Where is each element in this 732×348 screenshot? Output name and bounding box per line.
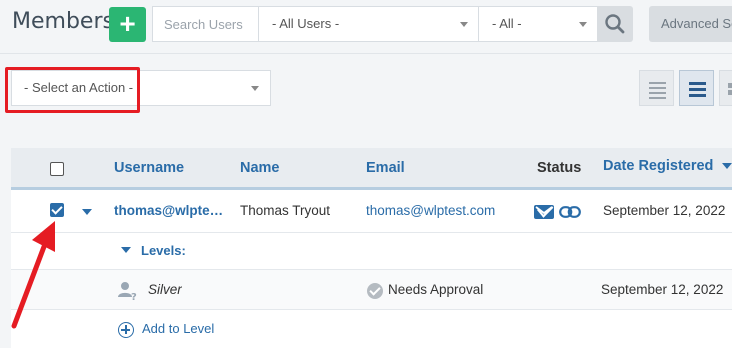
collapse-levels-icon[interactable] <box>121 247 131 253</box>
column-username[interactable]: Username <box>114 160 184 176</box>
user-pending-icon: ? <box>118 282 137 301</box>
level-date: September 12, 2022 <box>601 282 724 297</box>
grid-icon <box>728 83 732 95</box>
compact-list-icon <box>649 82 666 102</box>
member-row-checkbox[interactable] <box>50 203 64 217</box>
chevron-down-icon <box>579 22 587 27</box>
list-icon <box>689 82 706 100</box>
table-row: thomas@wlpte… Thomas Tryout thomas@wlpte… <box>11 190 732 233</box>
user-filter-value: - All Users - <box>272 16 340 31</box>
member-username-link[interactable]: thomas@wlpte… <box>114 203 226 218</box>
levels-label[interactable]: Levels: <box>141 243 186 258</box>
column-date-registered[interactable]: Date Registered <box>603 158 732 174</box>
search-users-input[interactable] <box>152 6 259 42</box>
add-member-button[interactable]: + <box>109 7 146 42</box>
add-to-level-link[interactable]: Add to Level <box>142 321 214 336</box>
status-filter-value: - All - <box>492 16 522 31</box>
table-header: Username Name Email Status Date Register… <box>11 148 732 190</box>
level-row: ? Silver Needs Approval September 12, 20… <box>11 270 732 310</box>
expand-row-icon[interactable] <box>82 209 92 215</box>
sort-descending-icon <box>722 163 732 170</box>
member-email-link[interactable]: thomas@wlptest.com <box>366 203 495 218</box>
select-all-checkbox[interactable] <box>50 162 64 176</box>
level-status: Needs Approval <box>388 282 484 297</box>
plus-circle-icon[interactable] <box>118 322 134 338</box>
member-date-registered: September 12, 2022 <box>603 203 726 218</box>
member-name: Thomas Tryout <box>240 203 331 218</box>
email-confirmed-icon[interactable] <box>534 205 554 219</box>
levels-header-row: Levels: <box>11 233 732 270</box>
column-status: Status <box>537 160 582 176</box>
page-title: Members <box>12 9 114 34</box>
search-button[interactable] <box>597 6 633 42</box>
bulk-action-select[interactable]: - Select an Action - <box>11 70 271 106</box>
compact-view-button[interactable] <box>639 70 674 106</box>
column-email[interactable]: Email <box>366 160 405 176</box>
bulk-action-value: - Select an Action - <box>24 80 134 95</box>
level-name: Silver <box>148 282 182 297</box>
svg-text:?: ? <box>131 292 137 301</box>
add-level-row: Add to Level <box>11 310 732 348</box>
column-date-registered-label: Date Registered <box>603 158 714 174</box>
members-table: Username Name Email Status Date Register… <box>11 148 732 348</box>
page-header: Members + - All Users - - All - Advanced… <box>0 0 732 50</box>
user-filter-select[interactable]: - All Users - <box>258 6 479 42</box>
check-circle-icon <box>367 283 383 299</box>
advanced-search-button[interactable]: Advanced Se <box>649 6 732 42</box>
link-icon[interactable] <box>559 206 581 218</box>
search-icon <box>605 14 625 34</box>
status-filter-select[interactable]: - All - <box>478 6 598 42</box>
chevron-down-icon <box>460 22 468 27</box>
grid-view-button[interactable] <box>719 70 732 106</box>
list-view-button[interactable] <box>679 70 714 106</box>
column-name[interactable]: Name <box>240 160 280 176</box>
chevron-down-icon <box>251 86 259 91</box>
header-divider <box>0 53 732 54</box>
